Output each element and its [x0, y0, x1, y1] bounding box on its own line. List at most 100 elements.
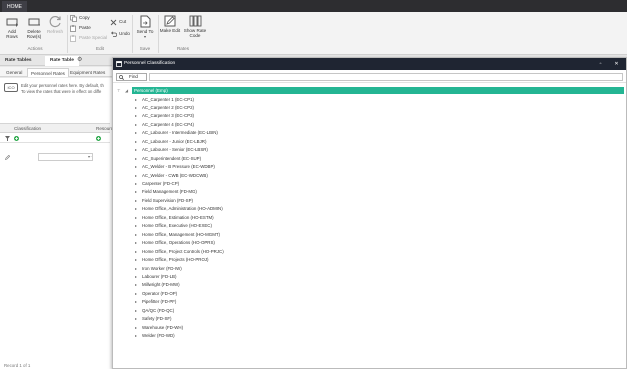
tree-item-label: Warehouse (FD-WH)	[142, 324, 184, 330]
show-rate-code-button[interactable]: Show Rate Code	[183, 15, 207, 38]
expand-icon[interactable]: ▸	[135, 239, 137, 248]
tree-item[interactable]: ▸ AC_Welder - B Pressure (EC-WDBP)	[131, 163, 623, 172]
tree-item[interactable]: ▸ Iron Worker (FD-IW)	[131, 265, 623, 274]
gear-icon[interactable]: ⚙	[77, 57, 82, 63]
expand-icon[interactable]: ▸	[135, 265, 137, 274]
cut-icon	[110, 19, 117, 26]
tree-item-label: Home Office, Estimation (HO-ESTM)	[142, 214, 214, 220]
info-line: Edit your personnel rates here. By defau…	[21, 83, 104, 88]
info-icon: ICO	[4, 83, 18, 92]
tree-item[interactable]: ▸ AC_Labourer - Senior (EC-LBSR)	[131, 146, 623, 155]
tab-rate-tables[interactable]: Rate Tables	[0, 56, 37, 66]
expand-icon[interactable]: ▸	[135, 112, 137, 121]
tab-personnel-rates[interactable]: Personnel Rates	[27, 68, 69, 77]
maximize-icon[interactable]: ▫	[596, 60, 605, 68]
expand-icon[interactable]: ▸	[135, 121, 137, 130]
tree-item[interactable]: ▸ Operator (FD-OP)	[131, 290, 623, 299]
tree-item[interactable]: ▸ AC_Carpenter 2 (EC-CP2)	[131, 104, 623, 113]
add-rows-button[interactable]: Add Rows	[3, 17, 21, 39]
expand-icon[interactable]: ▸	[135, 163, 137, 172]
tab-home[interactable]: HOME	[2, 1, 27, 12]
tree-item[interactable]: ▸ Home Office, Management (HO-MGMT)	[131, 231, 623, 240]
expand-icon[interactable]: ▸	[135, 273, 137, 282]
tree-item[interactable]: ▸ AC_Superintendent (EC-SUP)	[131, 155, 623, 164]
tree-item[interactable]: ▸ Warehouse (FD-WH)	[131, 324, 623, 333]
expand-icon[interactable]: ▸	[135, 180, 137, 189]
copy-button[interactable]: Copy	[70, 14, 90, 22]
send-to-button[interactable]: Send To ▾	[135, 15, 155, 39]
cut-button[interactable]: Cut	[110, 18, 126, 26]
expand-icon[interactable]: ▸	[135, 222, 137, 231]
filter-toggle-icon[interactable]	[96, 136, 101, 141]
tree-item[interactable]: ▸ AC_Carpenter 1 (EC-CP1)	[131, 96, 623, 105]
tree-item[interactable]: ▸ Home Office, Administration (HO-ADMIN)	[131, 205, 623, 214]
ellipsis-icon[interactable]: ⋯	[88, 153, 92, 161]
tab-rate-table[interactable]: Rate Table	[45, 56, 79, 66]
tree-item[interactable]: ▸ Home Office, Projects (HO-PROJ)	[131, 256, 623, 265]
tree-item[interactable]: ▸ AC_Welder - CWB (EC-WDCWB)	[131, 172, 623, 181]
expand-icon[interactable]: ▸	[135, 332, 137, 341]
chevron-down-icon[interactable]: ◢	[125, 88, 128, 93]
tree-item[interactable]: ▸ Home Office, Project Controls (HO-PRJC)	[131, 248, 623, 257]
expand-icon[interactable]: ▸	[135, 155, 137, 164]
expand-icon[interactable]: ▸	[135, 248, 137, 257]
expand-icon[interactable]: ▸	[135, 290, 137, 299]
expand-icon[interactable]: ▸	[135, 205, 137, 214]
search-input[interactable]	[149, 73, 623, 81]
expand-icon[interactable]: ▸	[135, 197, 137, 206]
make-edit-button[interactable]: Make Edit	[159, 15, 181, 33]
tree-item[interactable]: ▸ Welder (FD-WD)	[131, 332, 623, 341]
expand-icon[interactable]: ▸	[135, 146, 137, 155]
group-label-rates: Rates	[176, 46, 189, 51]
expand-icon[interactable]: ▸	[135, 129, 137, 138]
expand-icon[interactable]: ▸	[135, 315, 137, 324]
classification-editor[interactable]: ▾	[38, 153, 93, 161]
expand-icon[interactable]: ▸	[135, 188, 137, 197]
delete-rows-button[interactable]: Delete Row(s)	[25, 17, 43, 39]
personnel-classification-dialog: Personnel Classification ▫ ✕ Find ⊤ ◢ Pe…	[112, 57, 627, 369]
refresh-button[interactable]: Refresh	[45, 15, 65, 34]
tree-item[interactable]: ▸ AC_Carpenter 3 (EC-CP3)	[131, 112, 623, 121]
paste-special-button[interactable]: Paste Special	[70, 34, 107, 42]
tree-item[interactable]: ▸ Millwright (FD-MW)	[131, 281, 623, 290]
filter-toggle-icon[interactable]	[14, 136, 19, 141]
tab-general[interactable]: General	[3, 68, 25, 77]
close-icon[interactable]: ✕	[612, 60, 621, 68]
expand-icon[interactable]: ▸	[135, 298, 137, 307]
tree-item[interactable]: ▸ AC_Carpenter 4 (EC-CP4)	[131, 121, 623, 130]
dialog-title: Personnel Classification	[124, 61, 176, 66]
expand-icon[interactable]: ▸	[135, 214, 137, 223]
tree-item[interactable]: ▸ Safety (FD-SF)	[131, 315, 623, 324]
tree-item[interactable]: ▸ QA/QC (FD-QC)	[131, 307, 623, 316]
expand-icon[interactable]: ▸	[135, 281, 137, 290]
undo-button[interactable]: Undo	[110, 30, 130, 38]
column-header-classification[interactable]: Classification	[14, 126, 41, 131]
tree-item[interactable]: ▸ Carpenter (FD-CP)	[131, 180, 623, 189]
find-button[interactable]: Find	[116, 73, 147, 81]
expand-icon[interactable]: ▸	[135, 104, 137, 113]
expand-icon[interactable]: ▸	[135, 96, 137, 105]
expand-icon[interactable]: ▸	[135, 138, 137, 147]
expand-icon[interactable]: ▸	[135, 231, 137, 240]
tree-item[interactable]: ▸ Home Office, Estimation (HO-ESTM)	[131, 214, 623, 223]
pin-icon[interactable]: ⊤	[117, 88, 120, 93]
expand-icon[interactable]: ▸	[135, 324, 137, 333]
tree-item[interactable]: ▸ AC_Labourer - Intermediate (EC-LBIN)	[131, 129, 623, 138]
tree-item[interactable]: ▸ Home Office, Operations (HO-OPRS)	[131, 239, 623, 248]
tree-item-label: Home Office, Management (HO-MGMT)	[142, 231, 220, 237]
tree-item[interactable]: ▸ Field Supervision (FD-SP)	[131, 197, 623, 206]
tab-equipment-rates[interactable]: Equipment Rates	[67, 68, 108, 77]
expand-icon[interactable]: ▸	[135, 307, 137, 316]
tree-item-label: Home Office, Executive (HO-EXEC)	[142, 223, 212, 229]
expand-icon[interactable]: ▸	[135, 172, 137, 181]
tree-root-personnel[interactable]: Personnel (Emp)	[132, 87, 624, 94]
expand-icon[interactable]: ▸	[135, 256, 137, 265]
tree-item[interactable]: ▸ AC_Labourer - Junior (EC-LBJR)	[131, 138, 623, 147]
tree-item[interactable]: ▸ Field Management (FD-MG)	[131, 188, 623, 197]
tree-item[interactable]: ▸ Home Office, Executive (HO-EXEC)	[131, 222, 623, 231]
tree-item-label: AC_Superintendent (EC-SUP)	[142, 155, 202, 161]
paste-button[interactable]: Paste	[70, 24, 91, 32]
tree-item[interactable]: ▸ Labourer (FD-LB)	[131, 273, 623, 282]
tree-item-label: AC_Labourer - Junior (EC-LBJR)	[142, 138, 207, 144]
tree-item[interactable]: ▸ Pipefitter (FD-PF)	[131, 298, 623, 307]
